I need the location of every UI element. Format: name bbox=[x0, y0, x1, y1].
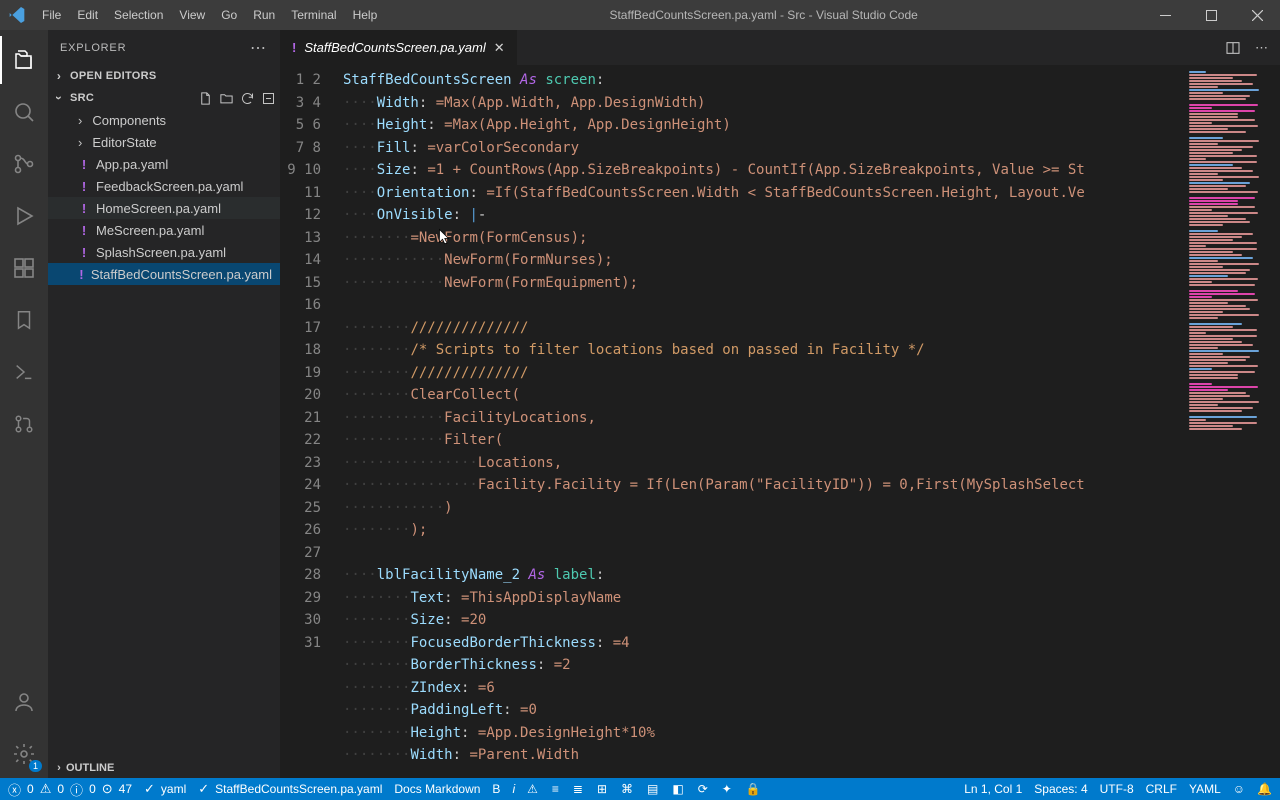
tree-file-splash[interactable]: !SplashScreen.pa.yaml bbox=[48, 241, 280, 263]
status-spaces[interactable]: Spaces: 4 bbox=[1034, 782, 1087, 796]
menu-go[interactable]: Go bbox=[213, 0, 245, 30]
tree-folder-components[interactable]: Components bbox=[48, 109, 280, 131]
activity-bar: 1 bbox=[0, 30, 48, 778]
status-icons[interactable]: ⚠ ≡ ≣ ⊞ ⌘ ▤ ◧ ⟳ ✦ 🔒 bbox=[527, 782, 761, 796]
activity-bookmark-icon[interactable] bbox=[0, 296, 48, 344]
activity-debug-icon[interactable] bbox=[0, 192, 48, 240]
tree-file-me[interactable]: !MeScreen.pa.yaml bbox=[48, 219, 280, 241]
cleanup-icon[interactable]: ✦ bbox=[722, 782, 732, 796]
folder-label: SRC bbox=[70, 92, 94, 104]
chevron-right-icon: › bbox=[52, 69, 66, 83]
menu-selection[interactable]: Selection bbox=[106, 0, 171, 30]
image-icon[interactable]: ▤ bbox=[647, 782, 658, 796]
add-icon[interactable]: ⊞ bbox=[597, 782, 607, 796]
menu-view[interactable]: View bbox=[171, 0, 213, 30]
line-gutter: 1 2 3 4 5 6 7 8 9 10 11 12 13 14 15 16 1… bbox=[280, 65, 335, 778]
menu-help[interactable]: Help bbox=[345, 0, 386, 30]
refresh-icon[interactable] bbox=[240, 91, 255, 106]
alert-icon[interactable]: ⚠ bbox=[527, 782, 538, 796]
window-title: StaffBedCountsScreen.pa.yaml - Src - Vis… bbox=[385, 8, 1142, 22]
sidebar-explorer: EXPLORER ⋯ › OPEN EDITORS › SRC Componen… bbox=[48, 30, 280, 778]
activity-settings-icon[interactable]: 1 bbox=[0, 730, 48, 778]
minimap[interactable] bbox=[1184, 65, 1280, 778]
explorer-title: EXPLORER bbox=[60, 42, 126, 54]
code-editor[interactable]: StaffBedCountsScreen As screen: ····Widt… bbox=[335, 65, 1184, 778]
menu-edit[interactable]: Edit bbox=[69, 0, 106, 30]
close-button[interactable] bbox=[1234, 0, 1280, 30]
split-editor-icon[interactable] bbox=[1225, 40, 1241, 56]
yaml-icon: ! bbox=[78, 245, 90, 260]
yaml-icon: ! bbox=[292, 40, 296, 55]
status-feedback-icon[interactable]: ☺ bbox=[1233, 782, 1245, 796]
sync-icon[interactable]: ⟳ bbox=[698, 782, 708, 796]
yaml-icon: ! bbox=[78, 223, 90, 238]
error-icon: ⓧ bbox=[8, 780, 21, 799]
activity-scm-icon[interactable] bbox=[0, 140, 48, 188]
menu-file[interactable]: File bbox=[34, 0, 69, 30]
activity-pullrequest-icon[interactable] bbox=[0, 400, 48, 448]
explorer-more-icon[interactable]: ⋯ bbox=[250, 38, 268, 58]
outline-header[interactable]: › OUTLINE bbox=[48, 756, 280, 778]
info-icon: ⓘ bbox=[70, 780, 83, 799]
status-ln-col[interactable]: Ln 1, Col 1 bbox=[964, 782, 1022, 796]
tree-folder-editorstate[interactable]: EditorState bbox=[48, 131, 280, 153]
status-eol[interactable]: CRLF bbox=[1146, 782, 1177, 796]
minimize-button[interactable] bbox=[1142, 0, 1188, 30]
check-icon: ✓ bbox=[144, 781, 155, 797]
chevron-right-icon: › bbox=[52, 762, 66, 774]
editor-tabs: ! StaffBedCountsScreen.pa.yaml ✕ ⋯ bbox=[280, 30, 1280, 65]
status-bold[interactable]: B bbox=[492, 782, 500, 796]
ol-list-icon[interactable]: ≣ bbox=[573, 782, 583, 796]
activity-explorer-icon[interactable] bbox=[0, 36, 48, 84]
activity-powershell-icon[interactable] bbox=[0, 348, 48, 396]
folder-header[interactable]: › SRC bbox=[48, 87, 280, 109]
tab-close-icon[interactable]: ✕ bbox=[494, 40, 505, 56]
yaml-icon: ! bbox=[78, 157, 90, 172]
chevron-down-icon: › bbox=[52, 91, 66, 105]
editor-more-icon[interactable]: ⋯ bbox=[1255, 40, 1270, 56]
status-encoding[interactable]: UTF-8 bbox=[1100, 782, 1134, 796]
vscode-logo-icon bbox=[0, 7, 34, 23]
activity-account-icon[interactable] bbox=[0, 678, 48, 726]
outline-label: OUTLINE bbox=[66, 762, 114, 774]
status-docs-markdown[interactable]: Docs Markdown bbox=[394, 782, 480, 796]
references-icon: ⊙ bbox=[102, 781, 113, 797]
collapse-icon[interactable] bbox=[261, 91, 276, 106]
link-icon[interactable]: ⌘ bbox=[621, 782, 633, 796]
status-yaml-server[interactable]: ✓yaml bbox=[144, 781, 186, 797]
list-icon[interactable]: ≡ bbox=[552, 782, 559, 796]
menu-bar: File Edit Selection View Go Run Terminal… bbox=[34, 0, 385, 30]
preview-icon[interactable]: ◧ bbox=[672, 782, 683, 796]
maximize-button[interactable] bbox=[1188, 0, 1234, 30]
open-editors-header[interactable]: › OPEN EDITORS bbox=[48, 65, 280, 87]
status-file-check[interactable]: ✓StaffBedCountsScreen.pa.yaml bbox=[198, 781, 382, 797]
title-bar: File Edit Selection View Go Run Terminal… bbox=[0, 0, 1280, 30]
yaml-icon: ! bbox=[78, 201, 90, 216]
status-problems[interactable]: ⓧ0 ⚠0 ⓘ0 ⊙47 bbox=[8, 780, 132, 799]
tab-label: StaffBedCountsScreen.pa.yaml bbox=[304, 40, 485, 55]
status-bar: ⓧ0 ⚠0 ⓘ0 ⊙47 ✓yaml ✓StaffBedCountsScreen… bbox=[0, 778, 1280, 800]
new-folder-icon[interactable] bbox=[219, 91, 234, 106]
tree-file-staffbedcounts[interactable]: !StaffBedCountsScreen.pa.yaml bbox=[48, 263, 280, 285]
menu-terminal[interactable]: Terminal bbox=[283, 0, 344, 30]
yaml-icon: ! bbox=[78, 179, 90, 194]
activity-extensions-icon[interactable] bbox=[0, 244, 48, 292]
tree-file-home[interactable]: !HomeScreen.pa.yaml bbox=[48, 197, 280, 219]
tree-file-feedback[interactable]: !FeedbackScreen.pa.yaml bbox=[48, 175, 280, 197]
new-file-icon[interactable] bbox=[198, 91, 213, 106]
tab-staffbedcounts[interactable]: ! StaffBedCountsScreen.pa.yaml ✕ bbox=[280, 30, 518, 65]
open-editors-label: OPEN EDITORS bbox=[70, 70, 157, 82]
status-bell-icon[interactable]: 🔔 bbox=[1257, 782, 1272, 796]
yaml-icon: ! bbox=[78, 267, 85, 282]
status-language[interactable]: YAML bbox=[1189, 782, 1221, 796]
tree-file-app[interactable]: !App.pa.yaml bbox=[48, 153, 280, 175]
status-italic[interactable]: i bbox=[512, 782, 515, 796]
activity-search-icon[interactable] bbox=[0, 88, 48, 136]
warning-icon: ⚠ bbox=[40, 781, 52, 797]
lock-icon[interactable]: 🔒 bbox=[746, 782, 761, 796]
menu-run[interactable]: Run bbox=[245, 0, 283, 30]
check-icon: ✓ bbox=[198, 781, 209, 797]
settings-badge: 1 bbox=[29, 760, 42, 772]
file-tree: Components EditorState !App.pa.yaml !Fee… bbox=[48, 109, 280, 756]
